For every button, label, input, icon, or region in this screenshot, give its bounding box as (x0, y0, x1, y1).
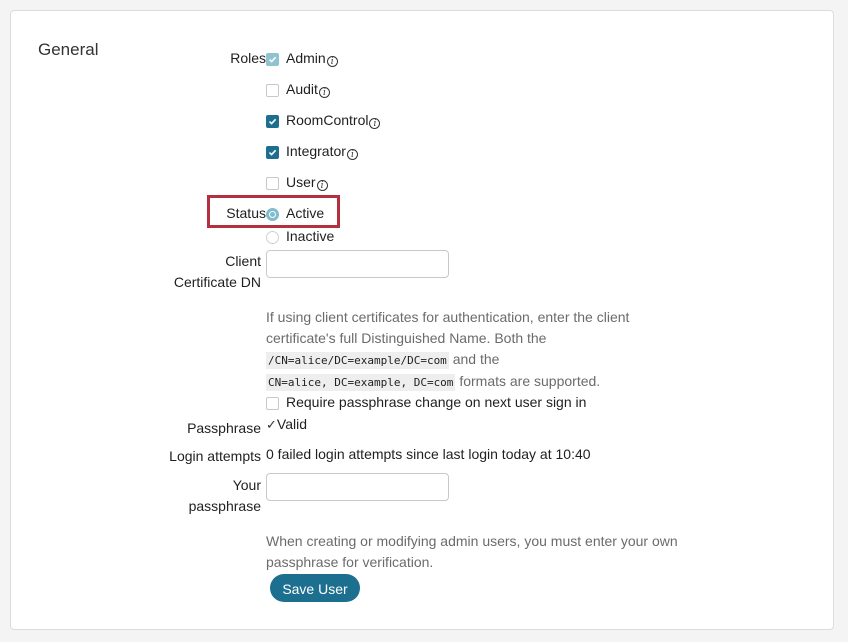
passphrase-label: Passphrase (187, 420, 261, 436)
audit-checkbox[interactable] (266, 84, 279, 97)
client-cert-input[interactable] (266, 250, 449, 278)
active-label: Active (286, 205, 325, 221)
your-passphrase-input[interactable] (266, 473, 449, 501)
roomcontrol-checkbox[interactable] (266, 115, 279, 128)
general-card: General Roles Admin i Audit i RoomControl i… (10, 10, 834, 630)
inactive-label: Inactive (286, 228, 335, 244)
admin-label: Admin (286, 50, 326, 66)
dn-example-comma: CN=alice, DC=example, DC=com (266, 374, 456, 391)
save-user-button[interactable]: Save User (270, 574, 360, 602)
your-passphrase-label-line1: Your (232, 477, 261, 493)
user-checkbox[interactable] (266, 177, 279, 190)
passphrase-status: ✓Valid (266, 416, 307, 433)
passphrase-valid-text: Valid (276, 416, 307, 432)
user-label: User (286, 174, 316, 190)
your-passphrase-label-line2: passphrase (188, 498, 261, 514)
audit-label: Audit (286, 81, 318, 97)
active-radio[interactable] (266, 208, 279, 221)
info-icon[interactable]: i (316, 180, 328, 191)
integrator-checkbox[interactable] (266, 146, 279, 159)
help-and: and the (452, 351, 500, 367)
client-cert-help: If using client certificates for authent… (266, 307, 736, 393)
section-title: General (38, 40, 99, 59)
your-passphrase-label: Your passphrase (161, 475, 261, 517)
info-icon[interactable]: i (369, 118, 381, 129)
client-cert-label-line2: Certificate DN (173, 274, 261, 290)
dn-example-slash: /CN=alice/DC=example/DC=com (266, 352, 449, 369)
your-passphrase-help-line2: passphrase for verification. (266, 554, 434, 570)
info-icon[interactable]: i (318, 87, 330, 98)
require-change-label: Require passphrase change on next user s… (286, 394, 587, 410)
admin-checkbox[interactable] (266, 53, 279, 66)
client-cert-label: Client Certificate DN (151, 251, 261, 293)
your-passphrase-help-line1: When creating or modifying admin users, … (266, 533, 678, 549)
info-icon[interactable]: i (326, 56, 338, 67)
roles-label: Roles (230, 50, 266, 66)
login-attempts-label: Login attempts (169, 448, 261, 464)
help-tail: formats are supported. (459, 373, 601, 389)
roomcontrol-label: RoomControl (286, 112, 369, 128)
checkmark-icon: ✓ (266, 417, 277, 432)
client-cert-help-line1: If using client certificates for authent… (266, 309, 630, 325)
info-icon[interactable]: i (346, 149, 358, 160)
login-attempts-value: 0 failed login attempts since last login… (266, 446, 591, 462)
integrator-label: Integrator (286, 143, 346, 159)
client-cert-label-line1: Client (225, 253, 261, 269)
your-passphrase-help: When creating or modifying admin users, … (266, 531, 736, 573)
status-label: Status (226, 205, 266, 221)
require-change-checkbox[interactable] (266, 397, 279, 410)
client-cert-help-line2: certificate's full Distinguished Name. B… (266, 330, 547, 346)
inactive-radio[interactable] (266, 231, 279, 244)
